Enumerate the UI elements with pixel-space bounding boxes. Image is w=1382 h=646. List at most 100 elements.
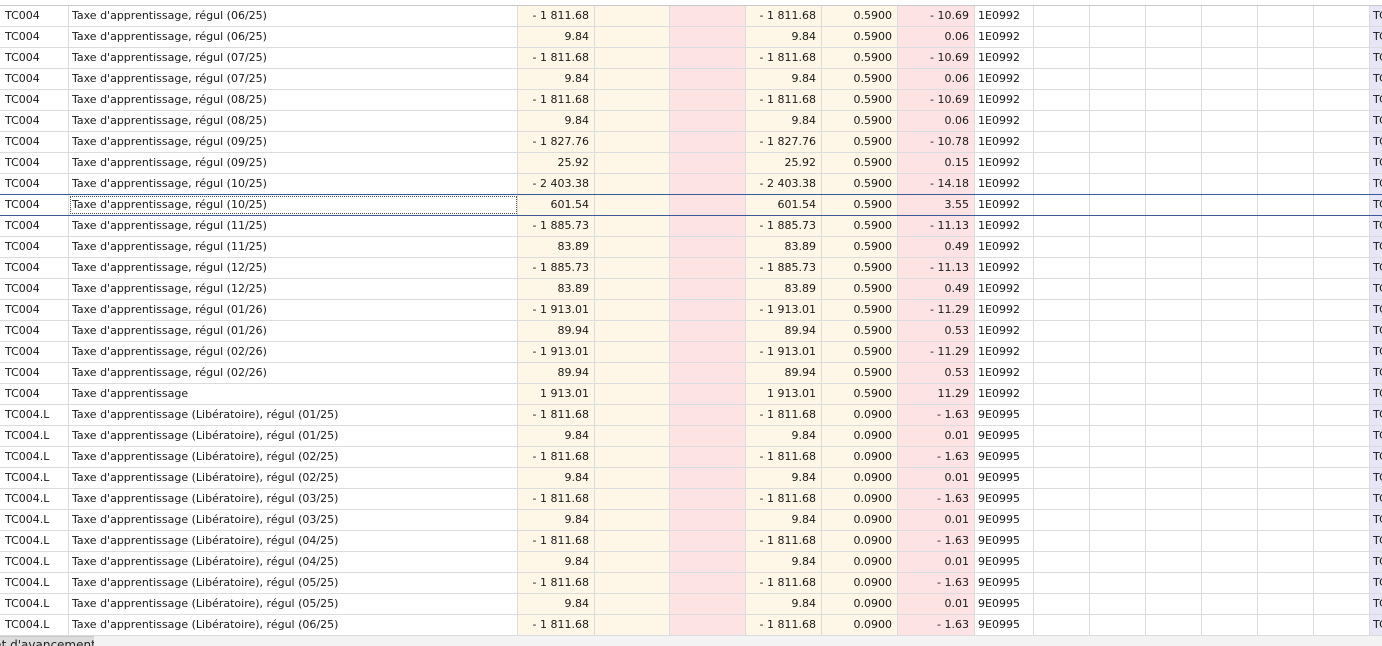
col-5-cell[interactable] <box>670 531 746 551</box>
col-5-cell[interactable] <box>670 195 746 215</box>
result-cell[interactable]: - 1.63 <box>898 615 975 635</box>
rate-cell[interactable]: 0.5900 <box>822 111 898 131</box>
amount-cell[interactable]: 9.84 <box>518 426 595 446</box>
table-row[interactable]: TC004 Taxe d'apprentissage 1 913.01 1 913.0… <box>0 384 1382 405</box>
label-cell[interactable]: Taxe d'apprentissage, régul (12/25) <box>69 258 518 278</box>
rate-cell[interactable]: 0.0900 <box>822 510 898 530</box>
label-cell[interactable]: Taxe d'apprentissage (Libératoire), régu… <box>69 573 518 593</box>
col-11-cell[interactable] <box>1090 174 1146 194</box>
base-cell[interactable]: 9.84 <box>746 510 822 530</box>
col-4-cell[interactable] <box>595 573 670 593</box>
account-cell[interactable]: 9E0995 <box>975 531 1034 551</box>
label-cell[interactable]: Taxe d'apprentissage, régul (10/25) <box>69 174 518 194</box>
col-12-cell[interactable] <box>1146 552 1202 572</box>
col-5-cell[interactable] <box>670 384 746 404</box>
rate-cell[interactable]: 0.0900 <box>822 405 898 425</box>
col-10-cell[interactable] <box>1034 489 1090 509</box>
result-cell[interactable]: 0.01 <box>898 468 975 488</box>
result-cell[interactable]: 11.29 <box>898 384 975 404</box>
col-15-cell[interactable] <box>1314 426 1370 446</box>
col-13-cell[interactable] <box>1202 69 1258 89</box>
col-11-cell[interactable] <box>1090 615 1146 635</box>
label-cell[interactable]: Taxe d'apprentissage, régul (09/25) <box>69 132 518 152</box>
table-row[interactable]: TC004 Taxe d'apprentissage, régul (06/25)… <box>0 6 1382 27</box>
base-cell[interactable]: 9.84 <box>746 426 822 446</box>
account-cell[interactable]: 1E0992 <box>975 195 1034 215</box>
table-row[interactable]: TC004 Taxe d'apprentissage, régul (02/26)… <box>0 342 1382 363</box>
result-cell[interactable]: - 10.69 <box>898 6 975 26</box>
base-cell[interactable]: - 1 811.68 <box>746 48 822 68</box>
code-cell[interactable]: TC004.L <box>0 531 69 551</box>
account-cell[interactable]: 1E0992 <box>975 111 1034 131</box>
amount-cell[interactable]: - 2 403.38 <box>518 174 595 194</box>
col-14-cell[interactable] <box>1258 405 1314 425</box>
col-12-cell[interactable] <box>1146 6 1202 26</box>
amount-cell[interactable]: - 1 811.68 <box>518 6 595 26</box>
rate-cell[interactable]: 0.5900 <box>822 6 898 26</box>
col-11-cell[interactable] <box>1090 27 1146 47</box>
label-cell[interactable]: Taxe d'apprentissage (Libératoire), régu… <box>69 531 518 551</box>
col-14-cell[interactable] <box>1258 90 1314 110</box>
col-4-cell[interactable] <box>595 90 670 110</box>
rubric-cell[interactable]: TC004.L <box>1370 426 1382 446</box>
table-row[interactable]: TC004 Taxe d'apprentissage, régul (07/25)… <box>0 48 1382 69</box>
table-row[interactable]: TC004 Taxe d'apprentissage, régul (10/25)… <box>0 194 1382 216</box>
amount-cell[interactable]: 9.84 <box>518 594 595 614</box>
col-5-cell[interactable] <box>670 342 746 362</box>
col-11-cell[interactable] <box>1090 48 1146 68</box>
code-cell[interactable]: TC004 <box>0 69 69 89</box>
rate-cell[interactable]: 0.0900 <box>822 426 898 446</box>
result-cell[interactable]: - 10.69 <box>898 48 975 68</box>
col-4-cell[interactable] <box>595 48 670 68</box>
col-15-cell[interactable] <box>1314 279 1370 299</box>
amount-cell[interactable]: 9.84 <box>518 69 595 89</box>
col-4-cell[interactable] <box>595 510 670 530</box>
col-11-cell[interactable] <box>1090 552 1146 572</box>
col-13-cell[interactable] <box>1202 174 1258 194</box>
col-12-cell[interactable] <box>1146 615 1202 635</box>
col-5-cell[interactable] <box>670 426 746 446</box>
col-15-cell[interactable] <box>1314 237 1370 257</box>
rubric-cell[interactable]: TC004 <box>1370 111 1382 131</box>
amount-cell[interactable]: - 1 811.68 <box>518 447 595 467</box>
base-cell[interactable]: 89.94 <box>746 363 822 383</box>
rubric-cell[interactable]: TC004 <box>1370 300 1382 320</box>
col-13-cell[interactable] <box>1202 573 1258 593</box>
col-4-cell[interactable] <box>595 6 670 26</box>
account-cell[interactable]: 1E0992 <box>975 48 1034 68</box>
table-row[interactable]: TC004.L Taxe d'apprentissage (Libératoire… <box>0 573 1382 594</box>
col-4-cell[interactable] <box>595 279 670 299</box>
col-10-cell[interactable] <box>1034 594 1090 614</box>
table-row[interactable]: TC004 Taxe d'apprentissage, régul (02/26)… <box>0 363 1382 384</box>
amount-cell[interactable]: 9.84 <box>518 27 595 47</box>
code-cell[interactable]: TC004.L <box>0 594 69 614</box>
rubric-cell[interactable]: TC004 <box>1370 27 1382 47</box>
col-14-cell[interactable] <box>1258 573 1314 593</box>
col-10-cell[interactable] <box>1034 69 1090 89</box>
col-10-cell[interactable] <box>1034 321 1090 341</box>
amount-cell[interactable]: - 1 885.73 <box>518 258 595 278</box>
col-14-cell[interactable] <box>1258 300 1314 320</box>
col-5-cell[interactable] <box>670 27 746 47</box>
col-4-cell[interactable] <box>595 468 670 488</box>
result-cell[interactable]: 0.53 <box>898 321 975 341</box>
base-cell[interactable]: - 1 885.73 <box>746 258 822 278</box>
code-cell[interactable]: TC004 <box>0 153 69 173</box>
rate-cell[interactable]: 0.5900 <box>822 153 898 173</box>
rate-cell[interactable]: 0.5900 <box>822 195 898 215</box>
base-cell[interactable]: 89.94 <box>746 321 822 341</box>
amount-cell[interactable]: - 1 811.68 <box>518 615 595 635</box>
col-5-cell[interactable] <box>670 237 746 257</box>
result-cell[interactable]: - 10.78 <box>898 132 975 152</box>
result-cell[interactable]: - 14.18 <box>898 174 975 194</box>
label-cell[interactable]: Taxe d'apprentissage, régul (12/25) <box>69 279 518 299</box>
col-4-cell[interactable] <box>595 195 670 215</box>
base-cell[interactable]: 25.92 <box>746 153 822 173</box>
label-cell[interactable]: Taxe d'apprentissage (Libératoire), régu… <box>69 405 518 425</box>
rubric-cell[interactable]: TC004 <box>1370 153 1382 173</box>
col-13-cell[interactable] <box>1202 531 1258 551</box>
rate-cell[interactable]: 0.5900 <box>822 258 898 278</box>
account-cell[interactable]: 9E0995 <box>975 573 1034 593</box>
label-cell[interactable]: Taxe d'apprentissage <box>69 384 518 404</box>
rate-cell[interactable]: 0.5900 <box>822 279 898 299</box>
